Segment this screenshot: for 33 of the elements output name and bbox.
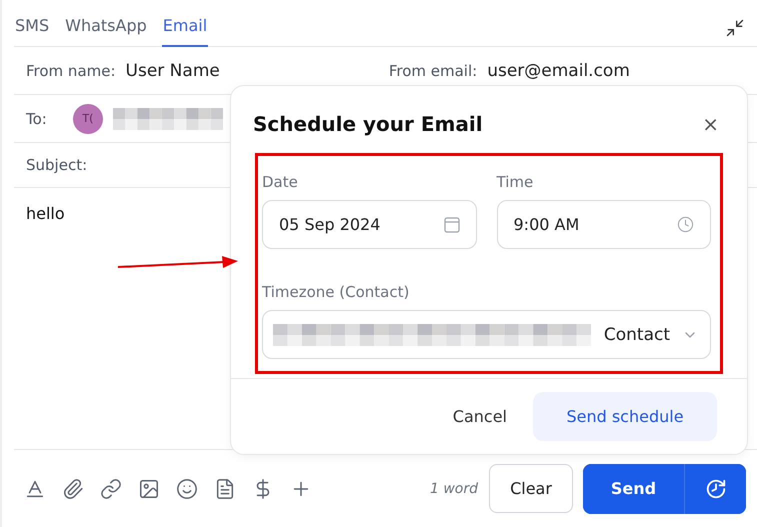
time-field[interactable]: 9:00 AM [496, 200, 711, 249]
field-label: Subject: [26, 156, 88, 174]
date-field[interactable]: 05 Sep 2024 [262, 200, 476, 249]
paperclip-icon[interactable] [62, 478, 84, 500]
image-icon[interactable] [138, 478, 160, 500]
contact-avatar: T( [72, 104, 103, 134]
from-name-value: User Name [126, 60, 220, 80]
field-label: Time [496, 173, 534, 191]
clock-icon [677, 216, 694, 233]
channel-tab[interactable]: WhatsApp [64, 16, 148, 47]
clear-button[interactable]: Clear [489, 464, 573, 513]
timezone-dropdown[interactable]: Contact [262, 310, 711, 359]
channel-tab[interactable]: Email [162, 16, 208, 47]
clock-arrow-icon [704, 478, 726, 500]
calendar-icon [444, 216, 460, 232]
link-icon[interactable] [100, 478, 122, 500]
document-icon[interactable] [214, 478, 236, 500]
collapse-icon[interactable] [725, 18, 745, 38]
field-label: To: [26, 110, 47, 128]
field-label: Date [262, 173, 299, 191]
close-button[interactable]: × [702, 112, 719, 136]
from-email-value: user@email.com [487, 60, 630, 80]
send-schedule-button[interactable]: Send schedule [533, 392, 717, 441]
field-label: Timezone (Contact) [262, 283, 410, 301]
smiley-icon[interactable] [176, 478, 198, 500]
cancel-button[interactable]: Cancel [446, 406, 513, 427]
field-label: From email: [388, 62, 478, 80]
channel-tab[interactable]: SMS [14, 16, 50, 47]
send-button[interactable]: Send [583, 464, 685, 514]
message-body[interactable]: hello [26, 204, 65, 223]
field-label: From name: [26, 62, 116, 80]
dialog-title: Schedule your Email [253, 112, 483, 136]
word-count: 1 word [430, 480, 478, 496]
